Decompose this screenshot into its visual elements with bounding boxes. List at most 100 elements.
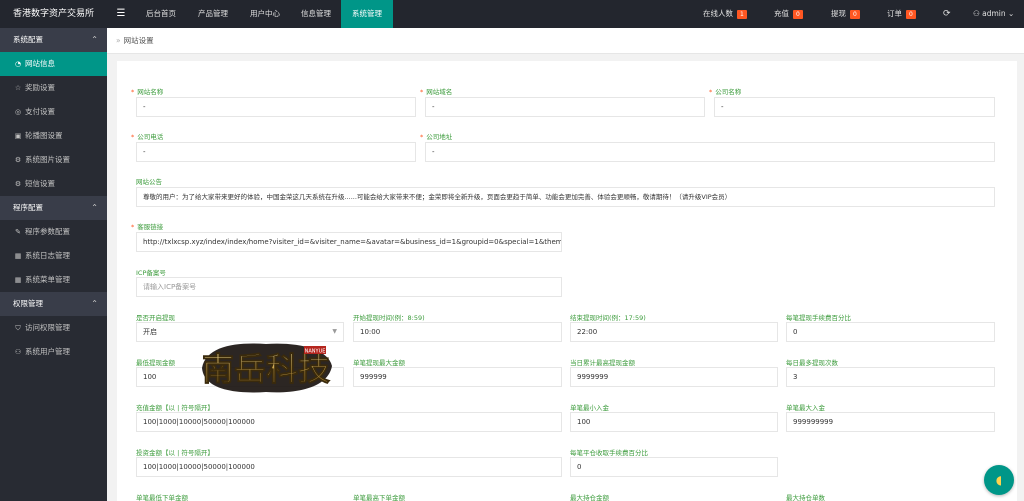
recharge-link[interactable]: 充值 0 [774,0,803,28]
site-domain-input[interactable]: - [425,97,705,117]
topnav-products[interactable]: 产品管理 [187,0,239,28]
notice-input[interactable]: 尊敬的用户：为了给大家带来更好的体验，中国金荣这几天系统在升级......可能会… [136,187,995,207]
top-bar: 香港数字资产交易所 ☰ 后台首页 产品管理 用户中心 信息管理 系统管理 在线人… [0,0,1024,28]
sidebar-item-rewards[interactable]: ☆ 奖励设置 [0,76,107,100]
close-fee-input[interactable]: 0 [570,457,778,477]
label-notice: 网站公告 [136,178,162,186]
topnav-info[interactable]: 信息管理 [291,0,341,28]
star-icon: ☆ [14,84,22,92]
label-daily-times: 每日最多提现次数 [786,359,838,367]
label-withdraw-min: 最低提现金额 [136,359,175,367]
watermark-sub: NANYUE [305,349,326,355]
chevron-up-icon: ⌃ [91,203,98,212]
dashboard-icon: ◔ [14,60,22,68]
nanyue-watermark-logo: 南岳科技 NANYUE [202,343,332,393]
sidebar-item-system-users[interactable]: ⚇ 系统用户管理 [0,340,107,364]
gear-icon: ⚙ [14,180,22,188]
min-deposit-input[interactable]: 100 [570,412,778,432]
sidebar-item-site-info[interactable]: ◔ 网站信息 [0,52,107,76]
service-link-input[interactable]: http://txlxcsp.xyz/index/index/home?visi… [136,232,562,252]
daily-total-input[interactable]: 9999999 [570,367,778,387]
withdraw-badge: 0 [850,9,860,19]
sidebar-item-label: 系统日志管理 [25,251,70,260]
label-company-name: * 公司名称 [709,88,742,96]
user-name: admin [982,9,1006,18]
breadcrumb: » 网站设置 [107,28,1024,54]
sidebar-group-program-config[interactable]: 程序配置 ⌃ [0,196,107,220]
shield-icon: ⛉ [15,324,21,332]
image-icon: ▣ [14,132,22,140]
orders-badge: 0 [906,9,916,19]
user-icon: ⚇ [14,348,22,356]
company-phone-input[interactable]: - [136,142,416,162]
label-withdraw-start: 开始提现时间(例：8:59) [353,314,425,322]
site-settings-form: * 网站名称 - * 网站域名 - * 公司名称 - * 公司电话 - * 公司地址 - … [117,61,1017,501]
sidebar-group-label: 权限管理 [13,299,43,308]
pay-icon: ◎ [14,108,22,116]
label-site-domain: * 网站域名 [420,88,453,96]
sidebar-item-system-logs[interactable]: ▦ 系统日志管理 [0,244,107,268]
refresh-icon[interactable]: ⟳ [943,0,951,28]
chevron-up-icon: ⌃ [91,35,98,44]
icp-input[interactable]: 请输入ICP备案号 [136,277,562,297]
label-daily-total: 当日累计最高提现金额 [570,359,635,367]
double-chevron-icon: » [116,36,121,45]
label-recharge-amounts: 充值金额【以 | 符号隔开】 [136,404,214,412]
sidebar-item-payment[interactable]: ◎ 支付设置 [0,100,107,124]
daily-times-input[interactable]: 3 [786,367,995,387]
company-name-input[interactable]: - [714,97,995,117]
sidebar-item-label: 系统菜单管理 [25,275,70,284]
withdraw-max-input[interactable]: 999999 [353,367,562,387]
site-name-input[interactable]: - [136,97,416,117]
sidebar-item-system-menu[interactable]: ▦ 系统菜单管理 [0,268,107,292]
sidebar-item-carousel[interactable]: ▣ 轮播图设置 [0,124,107,148]
label-company-phone: * 公司电话 [131,133,164,141]
label-invest-amounts: 投资金额【以 | 符号隔开】 [136,449,214,457]
sidebar-item-label: 短信设置 [25,179,55,188]
select-value: 开启 [143,328,157,336]
label-service-link: * 客服链接 [131,223,164,231]
withdraw-fee-input[interactable]: 0 [786,322,995,342]
max-deposit-input[interactable]: 999999999 [786,412,995,432]
sidebar-item-sms[interactable]: ⚙ 短信设置 [0,172,107,196]
chat-support-button[interactable]: ◖ [984,465,1014,495]
breadcrumb-current: 网站设置 [123,36,154,45]
label-max-position-count: 最大持仓单数 [786,494,825,501]
menu-toggle-icon[interactable]: ☰ [107,0,135,28]
sidebar-group-label: 程序配置 [13,203,43,212]
label-min-deposit: 单笔最小入金 [570,404,609,412]
sidebar-item-label: 系统图片设置 [25,155,70,164]
withdraw-start-input[interactable]: 10:00 [353,322,562,342]
chevron-down-icon: ⌄ [1005,9,1015,18]
sidebar-item-label: 奖励设置 [25,83,55,92]
invest-amounts-input[interactable]: 100|1000|10000|50000|100000 [136,457,562,477]
withdraw-end-input[interactable]: 22:00 [570,322,778,342]
gear-icon: ⚙ [14,156,22,164]
sidebar-item-label: 轮播图设置 [25,131,63,140]
sidebar-group-permissions[interactable]: 权限管理 ⌃ [0,292,107,316]
app-logo-title: 香港数字资产交易所 [12,9,94,19]
wrench-icon: ✎ [15,228,21,236]
sidebar-item-program-params[interactable]: ✎ 程序参数配置 [0,220,107,244]
online-users[interactable]: 在线人数 1 [703,0,747,28]
user-menu[interactable]: ⚇ admin ⌄ [973,0,1014,28]
topnav-home[interactable]: 后台首页 [135,0,187,28]
withdraw-link[interactable]: 提现 0 [831,0,860,28]
recharge-badge: 0 [793,9,803,19]
topnav-users[interactable]: 用户中心 [239,0,291,28]
online-badge: 1 [737,9,747,19]
sidebar-group-system-config[interactable]: 系统配置 ⌃ [0,28,107,52]
label-withdraw-end: 结束提现时间(例：17:59) [570,314,646,322]
label-icp: ICP备案号 [136,269,166,277]
orders-link[interactable]: 订单 0 [887,0,916,28]
label-withdraw-enabled: 是否开启提现 [136,314,175,322]
sidebar-item-access-control[interactable]: ⛉ 访问权限管理 [0,316,107,340]
label-company-address: * 公司地址 [420,133,453,141]
sidebar-item-system-images[interactable]: ⚙ 系统图片设置 [0,148,107,172]
sidebar-group-label: 系统配置 [13,35,43,44]
recharge-amounts-input[interactable]: 100|1000|10000|50000|100000 [136,412,562,432]
topnav-system[interactable]: 系统管理 [341,0,393,28]
chevron-up-icon: ⌃ [91,299,98,308]
label-close-fee: 每笔平仓收取手续费百分比 [570,449,648,457]
company-address-input[interactable]: - [425,142,995,162]
